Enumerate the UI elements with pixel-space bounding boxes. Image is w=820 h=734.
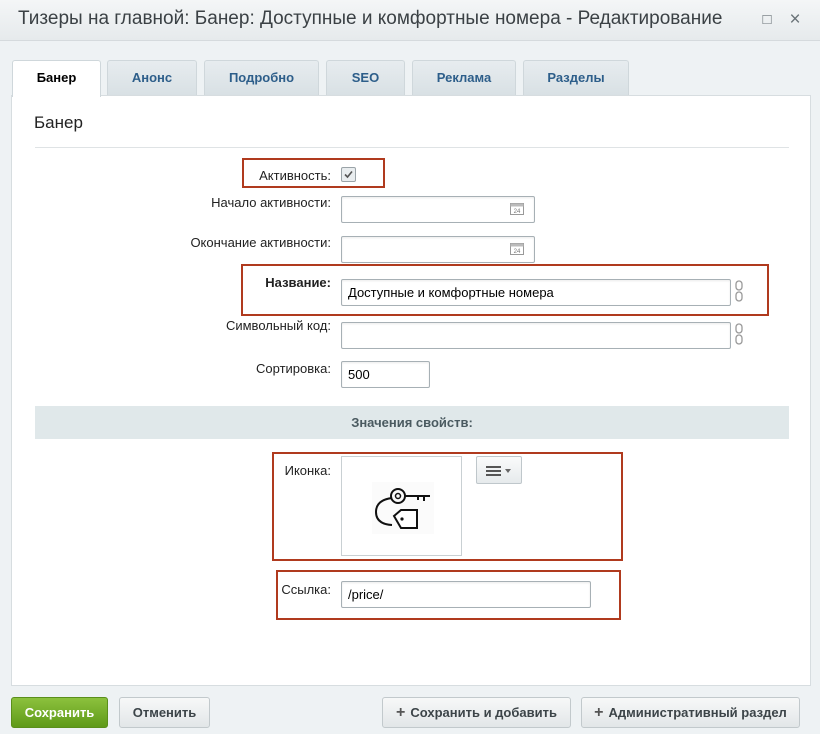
start-label: Начало активности:: [211, 195, 331, 210]
name-input[interactable]: [341, 279, 731, 306]
save-and-add-button[interactable]: + Сохранить и добавить: [382, 697, 571, 728]
image-menu-button[interactable]: [476, 456, 522, 484]
calendar-icon[interactable]: 24: [510, 242, 524, 255]
window-title: Тизеры на главной: Банер: Доступные и ко…: [18, 8, 723, 29]
form-panel: Банер Активность: Начало активности: 24 …: [11, 95, 811, 686]
transliterate-link-icon[interactable]: [734, 280, 744, 302]
hamburger-dropdown-icon: [486, 466, 511, 476]
plus-icon: +: [594, 704, 604, 721]
end-date-input[interactable]: [341, 236, 535, 263]
active-checkbox[interactable]: [341, 167, 356, 182]
key-with-tag-icon: [372, 482, 434, 534]
tab-seo[interactable]: SEO: [326, 60, 405, 96]
plus-icon: +: [396, 704, 406, 721]
link-input[interactable]: [341, 581, 591, 608]
transliterate-link-icon[interactable]: [734, 323, 744, 345]
svg-text:24: 24: [514, 249, 521, 255]
sort-input[interactable]: [341, 361, 430, 388]
admin-section-label: Административный раздел: [608, 705, 787, 720]
code-input[interactable]: [341, 322, 731, 349]
link-label: Ссылка:: [281, 582, 331, 597]
name-label: Название:: [265, 275, 331, 290]
sort-label: Сортировка:: [256, 361, 331, 376]
properties-heading: Значения свойств:: [35, 406, 789, 439]
maximize-icon[interactable]: □: [757, 10, 777, 30]
tab-announce[interactable]: Анонс: [107, 60, 197, 96]
save-button[interactable]: Сохранить: [11, 697, 108, 728]
start-date-input[interactable]: [341, 196, 535, 223]
admin-section-button[interactable]: + Административный раздел: [581, 697, 800, 728]
tab-details[interactable]: Подробно: [204, 60, 319, 96]
code-label: Символьный код:: [225, 318, 331, 333]
end-label: Окончание активности:: [190, 235, 331, 250]
checkmark-icon: [344, 170, 353, 179]
tab-banner[interactable]: Банер: [12, 60, 101, 97]
svg-text:24: 24: [514, 209, 521, 215]
icon-image-preview[interactable]: [341, 456, 462, 556]
cancel-button[interactable]: Отменить: [119, 697, 210, 728]
close-icon[interactable]: ×: [785, 10, 805, 30]
icon-label: Иконка:: [284, 463, 331, 478]
divider: [35, 147, 789, 148]
active-label: Активность:: [259, 168, 331, 183]
calendar-icon[interactable]: 24: [510, 202, 524, 215]
save-and-add-label: Сохранить и добавить: [410, 705, 557, 720]
tab-advertising[interactable]: Реклама: [412, 60, 516, 96]
window-titlebar: Тизеры на главной: Банер: Доступные и ко…: [0, 0, 820, 41]
section-title: Банер: [34, 113, 83, 132]
tab-sections[interactable]: Разделы: [523, 60, 629, 96]
